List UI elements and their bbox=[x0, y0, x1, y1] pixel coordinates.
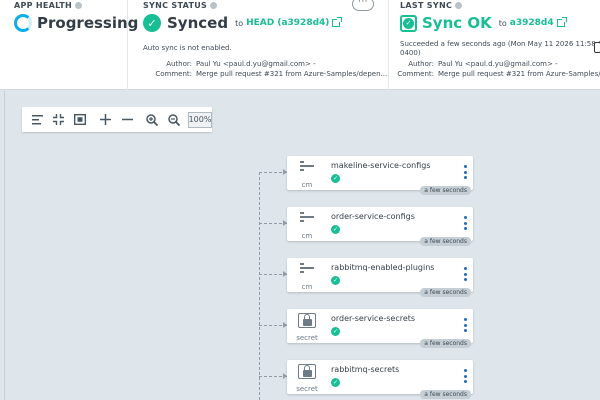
resource-age-badge: a few seconds bbox=[420, 339, 471, 348]
healthy-check-icon: ✓ bbox=[331, 378, 340, 387]
resource-node-rabbitmq-enabled-plugins[interactable]: cm rabbitmq-enabled-plugins ✓ a few seco… bbox=[287, 258, 473, 297]
healthy-check-icon: ✓ bbox=[331, 327, 340, 336]
resource-age-badge: a few seconds bbox=[420, 288, 471, 297]
author-row: Author: Paul Yu <paul.d.yu@gmail.com> - bbox=[129, 60, 316, 68]
succeeded-text: Succeeded a few seconds ago (Mon May 11 … bbox=[400, 40, 600, 48]
resource-age-badge: a few seconds bbox=[420, 237, 471, 246]
check-circle-icon: ✓ bbox=[143, 14, 161, 32]
more-button[interactable]: ··· bbox=[352, 0, 374, 11]
author-label: Author: bbox=[408, 60, 434, 68]
comment-row: Comment: Merge pull request #321 from Az… bbox=[129, 70, 387, 78]
external-link-icon[interactable] bbox=[332, 17, 343, 27]
plus-icon[interactable] bbox=[96, 110, 115, 130]
secret-lock-icon bbox=[298, 364, 316, 379]
auto-sync-note: Auto sync is not enabled. bbox=[143, 44, 232, 52]
to-label: to bbox=[498, 18, 507, 28]
sync-status-panel[interactable]: SYNC STATUS ··· ✓ Synced to HEAD (a3928d… bbox=[129, 0, 389, 90]
align-left-icon[interactable] bbox=[28, 110, 47, 130]
last-sync-status: Sync OK bbox=[422, 14, 492, 32]
zoom-in-icon[interactable] bbox=[143, 110, 162, 130]
sync-ok-icon: ✓ bbox=[400, 14, 417, 32]
external-link-icon[interactable] bbox=[556, 17, 567, 27]
kebab-menu-icon[interactable] bbox=[464, 216, 467, 230]
healthy-check-icon: ✓ bbox=[331, 174, 340, 183]
kebab-menu-icon[interactable] bbox=[464, 267, 467, 281]
help-icon[interactable] bbox=[455, 2, 463, 9]
zoom-level: 100% bbox=[188, 111, 213, 128]
graph-toolbar: 100% bbox=[22, 107, 213, 132]
tree-connector bbox=[259, 172, 260, 400]
sync-status-value: Synced bbox=[167, 14, 229, 32]
comment-row: Comment: Merge pull request #321 from Az… bbox=[390, 70, 600, 78]
check-circle-icon: ✓ bbox=[403, 17, 414, 29]
configmap-icon bbox=[300, 161, 314, 174]
author-value: Paul Yu <paul.d.yu@gmail.com> - bbox=[438, 60, 558, 68]
app-health-status: Progressing bbox=[37, 14, 139, 32]
kebab-menu-icon[interactable] bbox=[464, 165, 467, 179]
author-value: Paul Yu <paul.d.yu@gmail.com> - bbox=[196, 60, 316, 68]
app-health-title: APP HEALTH bbox=[14, 1, 72, 10]
help-icon[interactable] bbox=[74, 2, 82, 9]
fit-view-icon[interactable] bbox=[71, 110, 90, 130]
minus-icon[interactable] bbox=[118, 110, 137, 130]
help-icon[interactable] bbox=[210, 2, 218, 9]
resource-kind: secret bbox=[296, 385, 318, 393]
resource-kind: cm bbox=[301, 232, 313, 240]
last-sync-revision-link[interactable]: a3928d4 bbox=[510, 18, 554, 28]
resource-kind: cm bbox=[301, 181, 313, 189]
author-label: Author: bbox=[166, 60, 192, 68]
resource-node-makeline-service-configs[interactable]: cm makeline-service-configs ✓ a few seco… bbox=[287, 156, 473, 195]
compact-view-icon[interactable] bbox=[50, 110, 69, 130]
resource-name[interactable]: order-service-secrets bbox=[331, 314, 415, 323]
secret-lock-icon bbox=[298, 313, 316, 328]
comment-value: Merge pull request #321 from Azure-Sampl… bbox=[196, 70, 388, 78]
resource-age-badge: a few seconds bbox=[420, 186, 471, 195]
resource-kind: cm bbox=[301, 283, 313, 291]
resource-name[interactable]: makeline-service-configs bbox=[331, 161, 430, 170]
zoom-out-icon[interactable] bbox=[165, 110, 184, 130]
healthy-check-icon: ✓ bbox=[331, 225, 340, 234]
revision-link[interactable]: HEAD (a3928d4) bbox=[246, 18, 329, 28]
sync-status-title: SYNC STATUS bbox=[143, 1, 208, 10]
resource-name[interactable]: rabbitmq-secrets bbox=[331, 365, 399, 374]
resource-kind: secret bbox=[296, 334, 318, 342]
configmap-icon bbox=[300, 263, 314, 276]
status-bar: APP HEALTH Progressing SYNC STATUS ··· ✓… bbox=[0, 0, 600, 90]
resource-node-rabbitmq-secrets[interactable]: secret rabbitmq-secrets ✓ a few seconds bbox=[287, 360, 473, 399]
configmap-icon bbox=[300, 212, 314, 225]
kebab-menu-icon[interactable] bbox=[464, 369, 467, 383]
resource-node-order-service-configs[interactable]: cm order-service-configs ✓ a few seconds bbox=[287, 207, 473, 246]
resource-age-badge: a few seconds bbox=[420, 390, 471, 399]
last-sync-title: LAST SYNC bbox=[400, 1, 453, 10]
app-health-panel[interactable]: APP HEALTH Progressing bbox=[0, 0, 138, 90]
succeeded-tz: 0400) bbox=[400, 49, 421, 57]
comment-label: Comment: bbox=[397, 70, 434, 78]
resource-name[interactable]: order-service-configs bbox=[331, 212, 415, 221]
mouse-cursor-icon bbox=[594, 42, 600, 53]
resource-tree-canvas[interactable] bbox=[4, 91, 600, 400]
comment-label: Comment: bbox=[155, 70, 192, 78]
author-row: Author: Paul Yu <paul.d.yu@gmail.com> - bbox=[390, 60, 558, 68]
last-sync-panel[interactable]: LAST SYNC ✓ Sync OK to a3928d4 Succeeded… bbox=[390, 0, 600, 90]
comment-value: Merge pull request #321 from Azure-Sampl… bbox=[438, 70, 600, 78]
healthy-check-icon: ✓ bbox=[331, 276, 340, 285]
resource-node-order-service-secrets[interactable]: secret order-service-secrets ✓ a few sec… bbox=[287, 309, 473, 348]
kebab-menu-icon[interactable] bbox=[464, 318, 467, 332]
to-label: to bbox=[235, 18, 244, 28]
progressing-icon bbox=[14, 14, 32, 32]
resource-name[interactable]: rabbitmq-enabled-plugins bbox=[331, 263, 434, 272]
